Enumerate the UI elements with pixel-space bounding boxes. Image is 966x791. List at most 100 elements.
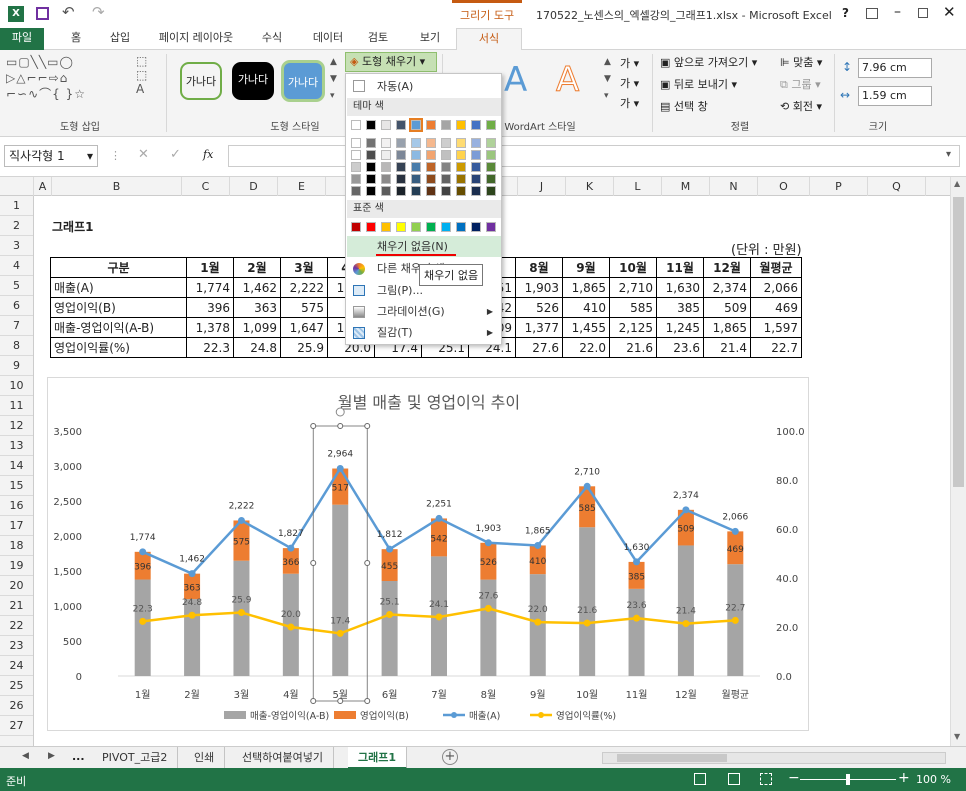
theme-color-swatch[interactable]	[456, 162, 466, 172]
vertical-scrollbar[interactable]: ▲ ▼	[950, 177, 966, 746]
tab-data[interactable]: 데이터	[304, 28, 352, 50]
theme-color-swatch[interactable]	[471, 150, 481, 160]
close-button[interactable]: ✕	[943, 3, 956, 21]
theme-color-swatch[interactable]	[381, 186, 391, 196]
undo-icon[interactable]: ↶	[62, 3, 75, 21]
restore-button[interactable]	[918, 8, 928, 18]
column-header[interactable]: N	[710, 177, 758, 196]
standard-color-swatch[interactable]	[366, 222, 376, 232]
theme-color-swatch[interactable]	[381, 120, 391, 130]
standard-color-swatch[interactable]	[351, 222, 361, 232]
sheet-tab-paste-special[interactable]: 선택하여붙여넣기	[232, 747, 334, 769]
row-header[interactable]: 23	[0, 636, 33, 656]
standard-color-swatch[interactable]	[456, 222, 466, 232]
table-cell[interactable]: 526	[515, 297, 563, 318]
row-header[interactable]: 3	[0, 236, 33, 256]
table-cell[interactable]: 1,377	[515, 317, 563, 338]
table-cell[interactable]: 2,222	[280, 277, 328, 298]
table-header-cell[interactable]: 12월	[703, 257, 751, 278]
sheet-tab-pivot[interactable]: PIVOT_고급2	[92, 747, 179, 769]
tab-file[interactable]: 파일	[0, 28, 44, 50]
page-break-view-icon[interactable]	[760, 773, 772, 785]
scroll-down-icon[interactable]: ▼	[954, 732, 960, 741]
column-header[interactable]: J	[518, 177, 566, 196]
theme-color-swatch[interactable]	[426, 174, 436, 184]
theme-color-swatch[interactable]	[381, 150, 391, 160]
row-header[interactable]: 13	[0, 436, 33, 456]
redo-icon[interactable]: ↷	[92, 3, 105, 21]
align-button[interactable]: ⊫ 맞춤 ▾	[780, 54, 822, 70]
horizontal-scrollbar[interactable]	[602, 752, 946, 764]
ribbon-display-icon[interactable]	[866, 8, 878, 19]
row-header[interactable]: 10	[0, 376, 33, 396]
theme-color-swatch[interactable]	[366, 162, 376, 172]
height-input[interactable]: 7.96 cm	[858, 58, 932, 78]
column-header[interactable]: C	[182, 177, 230, 196]
row-header[interactable]: 26	[0, 696, 33, 716]
table-cell[interactable]: 24.8	[233, 337, 281, 358]
save-icon[interactable]	[36, 7, 49, 20]
expand-formula-icon[interactable]: ▾	[946, 149, 951, 160]
theme-color-swatch[interactable]	[381, 174, 391, 184]
minimize-button[interactable]: –	[894, 4, 901, 20]
table-cell[interactable]: 469	[750, 297, 802, 318]
gradient-fill-item[interactable]: 그라데이션(G) ▶	[347, 301, 501, 322]
bring-forward-button[interactable]: ▣ 앞으로 가져오기 ▾	[660, 54, 757, 70]
theme-color-swatch[interactable]	[411, 174, 421, 184]
table-header-cell[interactable]: 11월	[656, 257, 704, 278]
theme-color-swatch[interactable]	[441, 186, 451, 196]
theme-color-swatch[interactable]	[426, 138, 436, 148]
theme-color-swatch[interactable]	[366, 120, 376, 130]
page-layout-view-icon[interactable]	[728, 773, 740, 785]
column-header[interactable]: A	[34, 177, 52, 196]
theme-color-swatch[interactable]	[456, 138, 466, 148]
wordart-thumb-blue[interactable]: A	[504, 60, 527, 100]
theme-color-swatch[interactable]	[396, 162, 406, 172]
theme-color-swatch[interactable]	[411, 138, 421, 148]
style-thumb-outline[interactable]: 가나다	[180, 62, 222, 100]
table-cell[interactable]: 1,865	[562, 277, 610, 298]
theme-color-swatch[interactable]	[426, 162, 436, 172]
table-cell[interactable]: 396	[186, 297, 234, 318]
table-cell[interactable]: 575	[280, 297, 328, 318]
text-fill-icon[interactable]: 가 ▾ 가 ▾ 가 ▾	[620, 54, 639, 114]
table-cell[interactable]: 1,378	[186, 317, 234, 338]
row-header[interactable]: 6	[0, 296, 33, 316]
send-backward-button[interactable]: ▣ 뒤로 보내기 ▾	[660, 76, 737, 92]
zoom-in-icon[interactable]: +	[898, 770, 910, 786]
column-header[interactable]: L	[614, 177, 662, 196]
theme-color-swatch[interactable]	[396, 186, 406, 196]
table-cell[interactable]: 영업이익(B)	[50, 297, 187, 318]
gallery-scroll-icon[interactable]: ▲ ▼ ▾	[330, 54, 337, 105]
row-header[interactable]: 17	[0, 516, 33, 536]
table-cell[interactable]: 1,630	[656, 277, 704, 298]
table-cell[interactable]: 22.7	[750, 337, 802, 358]
selection-pane-button[interactable]: ▤ 선택 창	[660, 98, 708, 114]
theme-color-swatch[interactable]	[486, 186, 496, 196]
row-header[interactable]: 4	[0, 256, 33, 276]
table-cell[interactable]: 1,774	[186, 277, 234, 298]
theme-color-swatch[interactable]	[381, 138, 391, 148]
table-cell[interactable]: 영업이익률(%)	[50, 337, 187, 358]
row-header[interactable]: 24	[0, 656, 33, 676]
row-header[interactable]: 19	[0, 556, 33, 576]
standard-color-swatch[interactable]	[396, 222, 406, 232]
table-cell[interactable]: 2,374	[703, 277, 751, 298]
row-header[interactable]: 8	[0, 336, 33, 356]
table-header-cell[interactable]: 9월	[562, 257, 610, 278]
theme-color-swatch[interactable]	[351, 150, 361, 160]
scroll-thumb[interactable]	[953, 197, 964, 487]
name-box[interactable]: 직사각형 1 ▾	[4, 145, 98, 167]
table-cell[interactable]: 385	[656, 297, 704, 318]
prev-sheet-icon[interactable]: ◀	[22, 751, 29, 761]
table-header-cell[interactable]: 2월	[233, 257, 281, 278]
tab-format[interactable]: 서식	[456, 28, 522, 50]
table-cell[interactable]: 1,597	[750, 317, 802, 338]
theme-color-swatch[interactable]	[471, 174, 481, 184]
zoom-level[interactable]: 100 %	[916, 773, 951, 786]
formula-input[interactable]	[228, 145, 960, 167]
standard-color-swatch[interactable]	[441, 222, 451, 232]
theme-color-swatch[interactable]	[366, 186, 376, 196]
theme-color-swatch[interactable]	[471, 186, 481, 196]
tab-formulas[interactable]: 수식	[252, 28, 292, 50]
